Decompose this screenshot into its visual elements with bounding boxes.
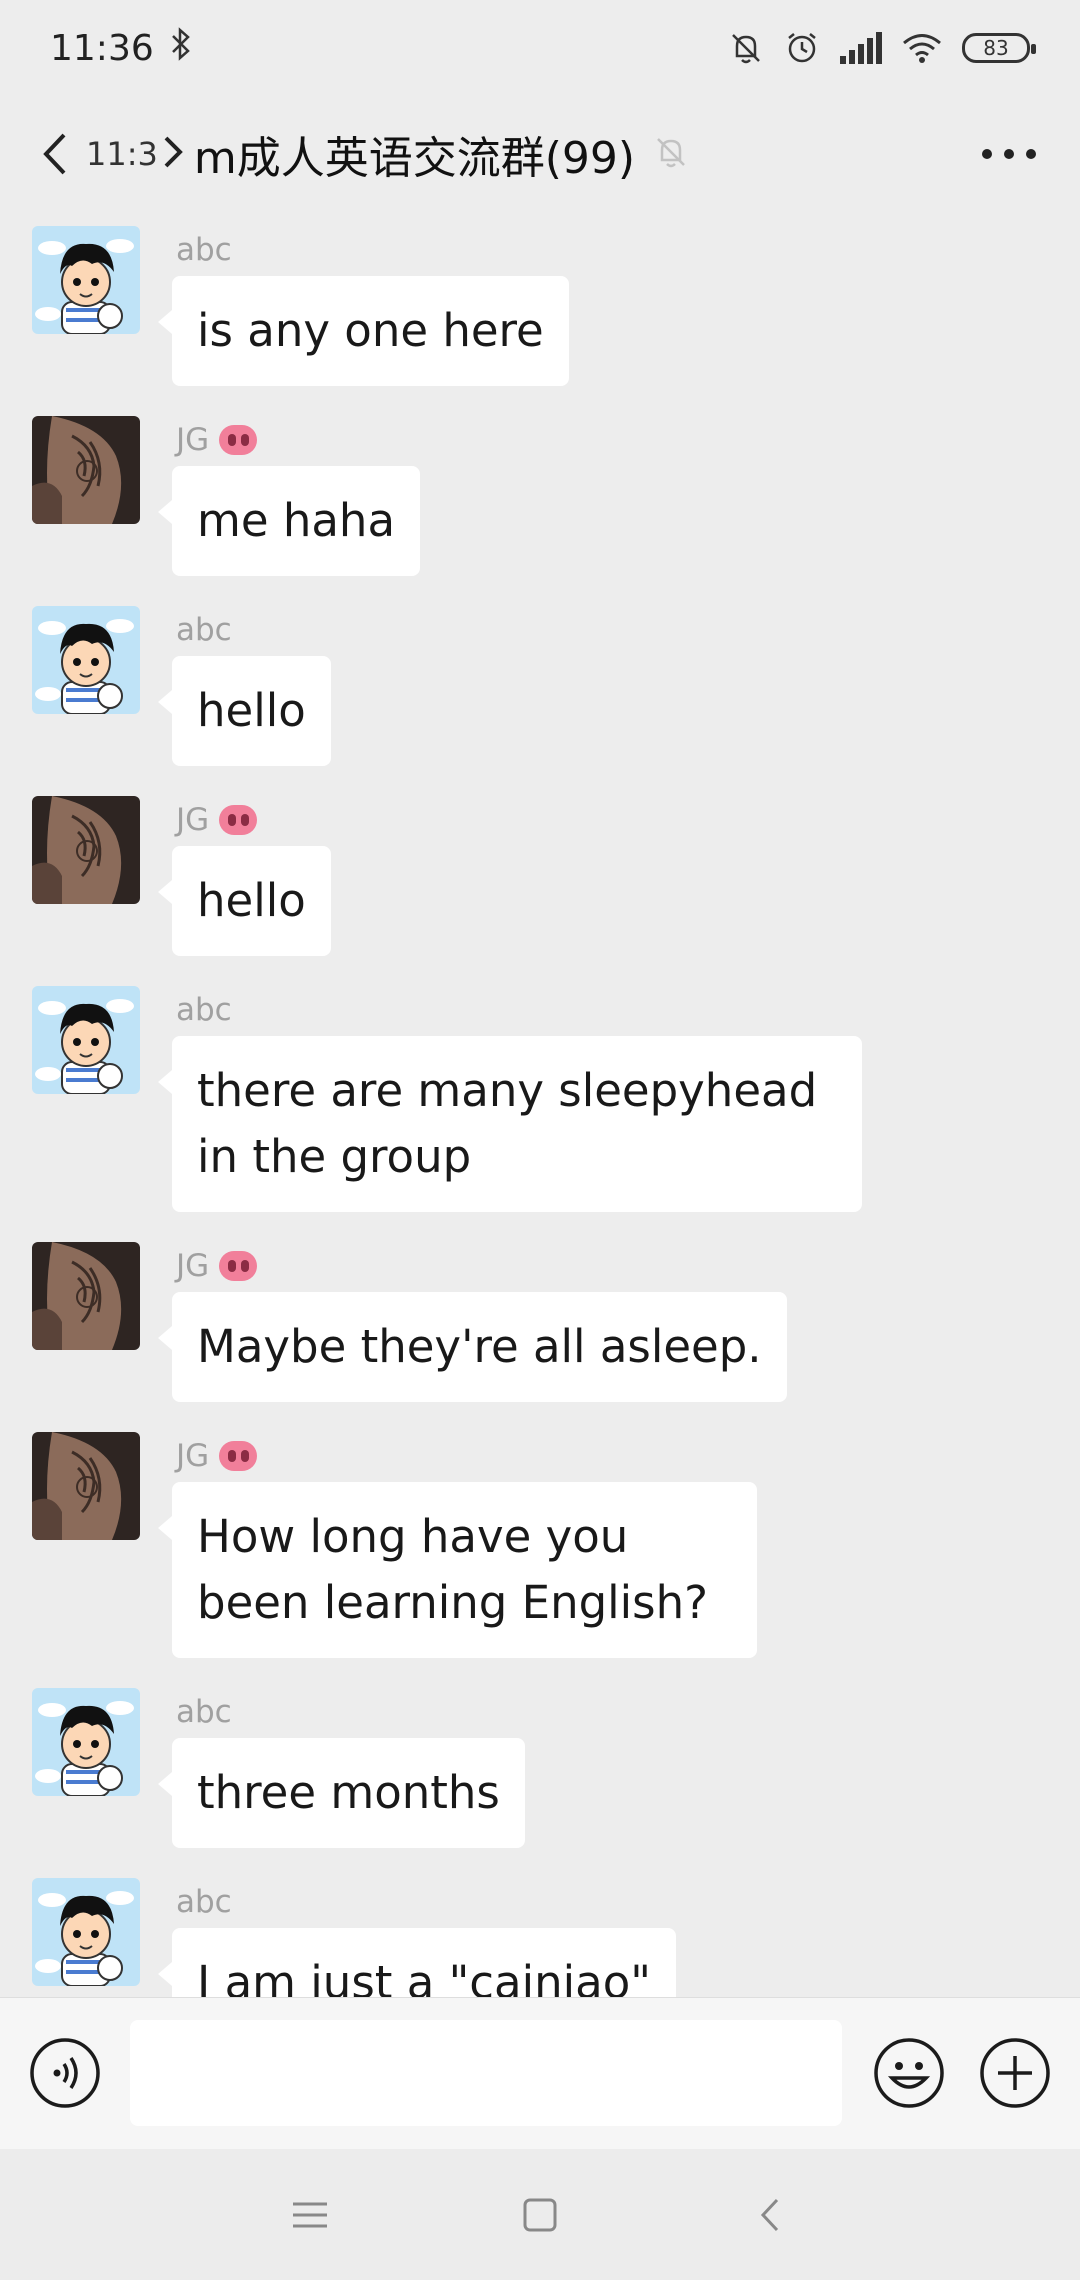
avatar-abc[interactable] (32, 226, 140, 334)
bluetooth-icon (170, 26, 192, 70)
avatar-jg[interactable] (32, 1242, 140, 1350)
emoji-icon (874, 2038, 944, 2108)
battery-icon: 83 (962, 33, 1036, 63)
mute-notification-icon (728, 30, 764, 66)
message-bubble[interactable]: Maybe they're all asleep. (158, 1292, 787, 1402)
message-input[interactable] (130, 2020, 842, 2126)
pig-emoji-icon (219, 425, 258, 455)
message-bubble[interactable]: hello (158, 846, 331, 956)
pig-emoji-icon (219, 1441, 258, 1471)
alarm-icon (784, 30, 820, 66)
plus-button[interactable] (978, 2036, 1052, 2110)
sender-name: abc (176, 612, 232, 648)
message-bubble[interactable]: hello (158, 656, 331, 766)
avatar-abc[interactable] (32, 1688, 140, 1796)
message-bubble[interactable]: there are many sleepyhead in the group (158, 1036, 862, 1212)
avatar-abc[interactable] (32, 986, 140, 1094)
sender-name: abc (176, 992, 232, 1028)
message-bubble[interactable]: three months (158, 1738, 525, 1848)
status-time: 11:36 (50, 27, 154, 69)
status-bar: 11:36 83 (0, 0, 1080, 96)
signal-icon (840, 32, 882, 64)
avatar-jg[interactable] (32, 796, 140, 904)
voice-icon (30, 2038, 100, 2108)
message-bubble[interactable]: I am just a "cainiao" (158, 1928, 676, 1997)
emoji-button[interactable] (872, 2036, 946, 2110)
back-button[interactable] (30, 124, 80, 184)
more-dots-icon (982, 149, 992, 159)
home-icon (523, 2198, 557, 2231)
menu-button[interactable] (290, 2195, 330, 2235)
sender-name: JG (176, 1438, 258, 1474)
message-bubble[interactable]: How long have you been learning English? (158, 1482, 757, 1658)
avatar-abc[interactable] (32, 1878, 140, 1986)
avatar-abc[interactable] (32, 606, 140, 714)
chat-header: 11:3 m成人英语交流群(99) (0, 96, 1080, 212)
sender-name: JG (176, 1248, 258, 1284)
chat-title[interactable]: m成人英语交流群(99) (194, 122, 635, 186)
back-icon (760, 2198, 779, 2231)
voice-button[interactable] (28, 2036, 102, 2110)
input-bar (0, 1997, 1080, 2149)
sender-name: JG (176, 802, 258, 838)
avatar-jg[interactable] (32, 416, 140, 524)
sender-name: abc (176, 1694, 232, 1730)
menu-icon (293, 2202, 327, 2227)
back-arrow-icon (43, 133, 66, 175)
pig-emoji-icon (219, 805, 258, 835)
home-button[interactable] (520, 2195, 560, 2235)
wifi-icon (902, 32, 942, 64)
avatar-jg[interactable] (32, 1432, 140, 1540)
message-bubble[interactable]: me haha (157, 466, 421, 576)
mute-bell-icon (653, 134, 689, 174)
back-nav-button[interactable] (750, 2195, 790, 2235)
overlay-time: 11:3 (86, 135, 158, 173)
more-button[interactable] (974, 126, 1044, 182)
message-bubble[interactable]: is any one here (158, 276, 569, 386)
system-nav-bar (0, 2149, 1080, 2280)
message-list[interactable]: abc is any one here JG me haha abc hello… (0, 212, 1080, 1997)
battery-level: 83 (983, 36, 1009, 60)
sender-name: abc (176, 232, 232, 268)
overlay-chevron-icon (162, 134, 184, 174)
plus-icon (980, 2038, 1050, 2108)
sender-name: JG (176, 422, 258, 458)
pig-emoji-icon (219, 1251, 258, 1281)
sender-name: abc (176, 1884, 232, 1920)
